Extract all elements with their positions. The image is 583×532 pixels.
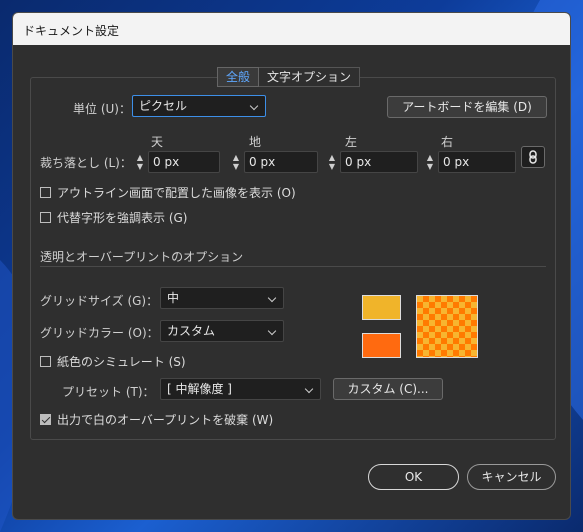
preset-label: プリセット (T)： <box>62 385 155 399</box>
bleed-top-input[interactable]: 0 px <box>148 151 220 173</box>
grid-preview-checkerboard <box>416 295 478 358</box>
units-select[interactable]: ピクセル <box>132 95 266 117</box>
edit-artboards-button[interactable]: アートボードを編集 (D) <box>387 96 547 118</box>
grid-color-label: グリッドカラー (O)： <box>40 326 159 340</box>
cancel-button[interactable]: キャンセル <box>467 464 556 490</box>
highlight-glyphs-checkbox[interactable]: 代替字形を強調表示 (G) <box>40 209 187 226</box>
ok-button[interactable]: OK <box>368 464 459 490</box>
grid-color-swatch-dark[interactable] <box>362 333 401 358</box>
units-value: ピクセル <box>139 99 188 113</box>
checkbox-box[interactable] <box>40 356 51 367</box>
link-chain-icon <box>529 150 537 164</box>
bleed-right-stepper[interactable]: ▲ ▼ 0 px <box>424 151 516 173</box>
grid-color-select[interactable]: カスタム <box>160 320 284 342</box>
simulate-paper-checkbox[interactable]: 紙色のシミュレート (S) <box>40 353 186 370</box>
grid-size-value: 中 <box>167 291 180 305</box>
stepper-arrows-icon[interactable]: ▲ ▼ <box>424 152 436 172</box>
checkbox-box[interactable] <box>40 187 51 198</box>
bleed-bottom-input[interactable]: 0 px <box>244 151 318 173</box>
title-bar: ドキュメント設定 <box>13 13 570 45</box>
transparency-section-title: 透明とオーバープリントのオプション <box>40 250 244 264</box>
discard-white-overprint-checkbox[interactable]: 出力で白のオーバープリントを破棄 (W) <box>40 411 273 428</box>
document-setup-dialog: ドキュメント設定 全般 文字オプション 単位 (U)： ピクセル アートボードを… <box>12 12 571 520</box>
units-label: 単位 (U)： <box>73 102 131 116</box>
tab-general[interactable]: 全般 <box>217 67 260 87</box>
stepper-arrows-icon[interactable]: ▲ ▼ <box>230 152 242 172</box>
preset-value: [ 中解像度 ] <box>167 382 232 396</box>
checkbox-box[interactable] <box>40 212 51 223</box>
grid-size-label: グリッドサイズ (G)： <box>40 294 159 308</box>
bleed-bottom-header: 地 <box>249 135 262 149</box>
grid-color-value: カスタム <box>167 324 216 338</box>
checkbox-box-checked[interactable] <box>40 414 51 425</box>
bleed-top-header: 天 <box>151 135 164 149</box>
link-bleed-button[interactable] <box>521 146 545 168</box>
tab-bar: 全般 文字オプション <box>217 67 361 87</box>
window-title: ドキュメント設定 <box>23 24 120 38</box>
bleed-right-header: 右 <box>441 135 454 149</box>
bleed-left-header: 左 <box>345 135 358 149</box>
bleed-label: 裁ち落とし (L)： <box>40 156 132 170</box>
tab-type-options[interactable]: 文字オプション <box>259 67 361 87</box>
highlight-glyphs-label: 代替字形を強調表示 (G) <box>57 211 188 225</box>
custom-preset-button[interactable]: カスタム (C)... <box>333 378 443 400</box>
bleed-bottom-stepper[interactable]: ▲ ▼ 0 px <box>230 151 318 173</box>
discard-white-overprint-label: 出力で白のオーバープリントを破棄 (W) <box>57 413 274 427</box>
outline-placed-images-checkbox[interactable]: アウトライン画面で配置した画像を表示 (O) <box>40 184 296 201</box>
bleed-left-input[interactable]: 0 px <box>340 151 418 173</box>
outline-placed-images-label: アウトライン画面で配置した画像を表示 (O) <box>57 186 296 200</box>
grid-color-swatch-light[interactable] <box>362 295 401 320</box>
bleed-top-stepper[interactable]: ▲ ▼ 0 px <box>134 151 220 173</box>
simulate-paper-label: 紙色のシミュレート (S) <box>57 355 186 369</box>
bleed-right-input[interactable]: 0 px <box>438 151 516 173</box>
bleed-left-stepper[interactable]: ▲ ▼ 0 px <box>326 151 418 173</box>
stepper-arrows-icon[interactable]: ▲ ▼ <box>326 152 338 172</box>
preset-select[interactable]: [ 中解像度 ] <box>160 378 321 400</box>
grid-size-select[interactable]: 中 <box>160 287 284 309</box>
section-divider <box>40 266 546 267</box>
stepper-arrows-icon[interactable]: ▲ ▼ <box>134 152 146 172</box>
